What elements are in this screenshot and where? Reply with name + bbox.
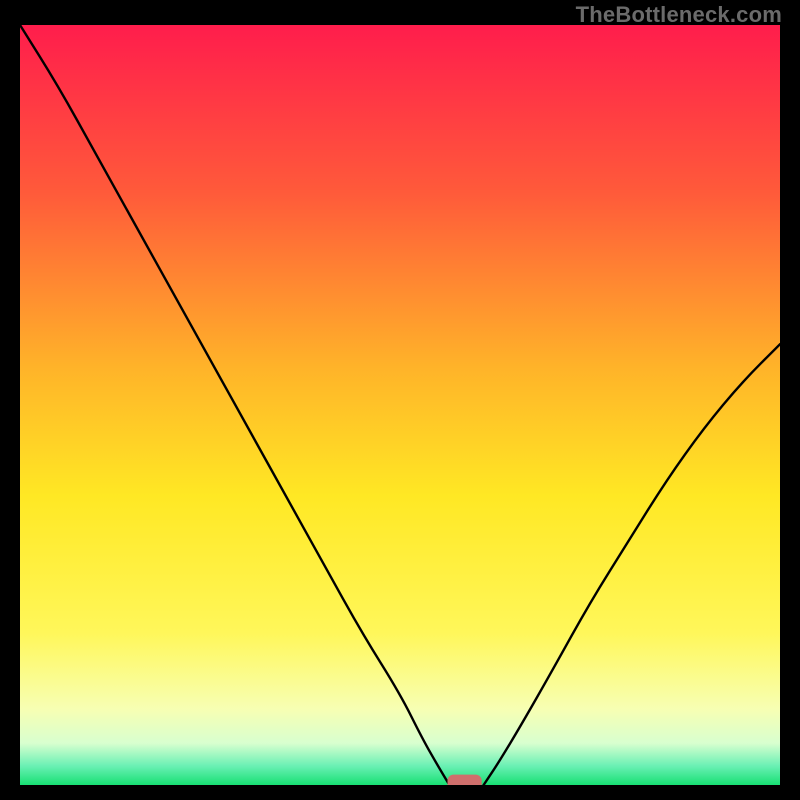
plot-background <box>20 25 780 785</box>
optimal-marker <box>448 775 482 785</box>
chart-frame: TheBottleneck.com <box>0 0 800 800</box>
plot-area <box>20 25 780 785</box>
chart-svg <box>20 25 780 785</box>
